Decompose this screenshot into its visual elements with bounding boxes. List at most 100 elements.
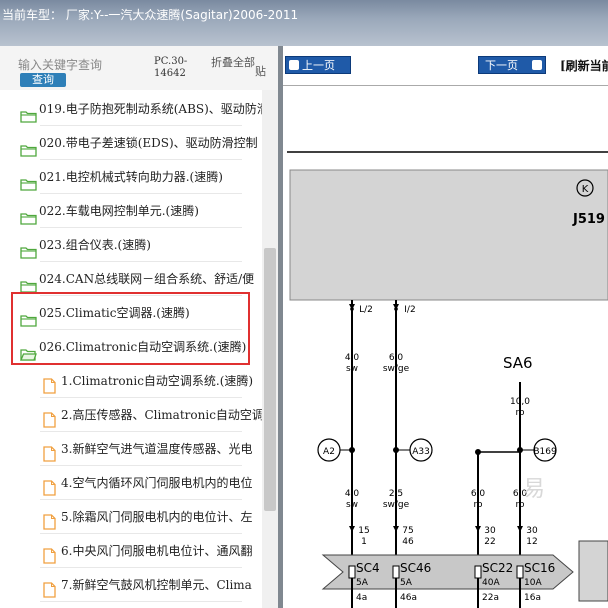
highlight-box: [11, 292, 250, 365]
tree-doc-item[interactable]: 4.空气内循环风门伺服电机内的电位: [0, 466, 262, 500]
tree-doc-item[interactable]: 1.Climatronic自动空调系统.(速腾): [0, 364, 262, 398]
tree-item-label: 3.新鲜空气进气道温度传感器、光电: [61, 442, 253, 456]
search-bar: 查询 PC.30-14642 折叠全部 贴: [0, 46, 278, 90]
module-symbol: K: [582, 184, 589, 195]
folder-icon: [20, 170, 37, 191]
tree-doc-item[interactable]: 7.新鲜空气鼓风机控制单元、Clima: [0, 568, 262, 602]
arrow-down-icon: [349, 526, 355, 532]
tree-item-label: 2.高压传感器、Climatronic自动空调: [61, 408, 262, 422]
search-button[interactable]: 查询: [20, 73, 66, 87]
tree-doc-item[interactable]: 6.中央风门伺服电机电位计、通风翻: [0, 534, 262, 568]
folder-icon: [20, 272, 37, 293]
wire-color-label: sw: [346, 364, 358, 374]
folder-icon: [20, 204, 37, 225]
prev-page-button[interactable]: 上一页: [285, 56, 351, 74]
arrow-down-icon: [475, 526, 481, 532]
tree-doc-item[interactable]: 5.除霜风门伺服电机内的电位计、左: [0, 500, 262, 534]
prev-label: 上一页: [302, 59, 335, 72]
nav-bar: 上一页 下一页 [刷新当前: [283, 46, 608, 86]
fuse-symbol: [348, 565, 356, 579]
document-icon: [43, 509, 56, 530]
folder-icon: [20, 238, 37, 259]
title-bar: 当前车型： 厂家:Y--一汽大众速腾(Sagitar)2006-2011: [0, 0, 608, 46]
scrollbar[interactable]: [262, 90, 278, 608]
pin-label: 46: [402, 537, 414, 547]
fuse-output-label: 22a: [482, 593, 499, 603]
node-dot: [394, 307, 398, 311]
refresh-link[interactable]: [刷新当前: [560, 57, 608, 74]
tree-item-label: 023.组合仪表.(速腾): [39, 238, 151, 252]
document-icon: [43, 373, 56, 394]
document-icon: [43, 543, 56, 564]
tree-folder-item[interactable]: 019.电子防抱死制动系统(ABS)、驱动防滑控制: [0, 92, 262, 126]
side-box: [578, 540, 608, 602]
module-label: J519: [572, 212, 605, 227]
document-icon: [43, 407, 56, 428]
right-panel: 上一页 下一页 [刷新当前 K J519 L/2 4,0 sw I/2 6,0 sw/ge…: [283, 46, 608, 608]
tree-item-label: 7.新鲜空气鼓风机控制单元、Clima: [61, 578, 252, 592]
connector-label: B169: [533, 447, 557, 457]
fuse-symbol: [392, 565, 400, 579]
document-icon: [43, 475, 56, 496]
left-panel: 查询 PC.30-14642 折叠全部 贴 019.电子防抱死制动系统(ABS)…: [0, 46, 278, 608]
fuse-name: SC46: [400, 561, 431, 575]
connector-label: A2: [323, 447, 335, 457]
fuse-output-label: 4a: [356, 593, 367, 603]
tree-folder-item[interactable]: 020.带电子差速锁(EDS)、驱动防滑控制: [0, 126, 262, 160]
extra-label[interactable]: 贴: [255, 63, 266, 79]
tree-item-label: 019.电子防抱死制动系统(ABS)、驱动防滑控制: [39, 102, 262, 116]
pin-label: 30: [526, 526, 538, 536]
tree-item-label: 021.电控机械式转向助力器.(速腾): [39, 170, 223, 184]
wires: L/24,0swI/26,0sw/ge10,0roA2 A33 B1694,0sw1…: [317, 300, 557, 566]
watermark: 易: [523, 477, 545, 502]
fuse-output-label: 46a: [400, 593, 417, 603]
wire-color-label: sw/ge: [383, 500, 410, 510]
arrow-down-icon: [517, 526, 523, 532]
fuse-rating: 5A: [400, 578, 413, 588]
node-dot: [350, 307, 354, 311]
folder-icon: [20, 102, 37, 123]
fuse-block-label: SA6: [503, 354, 533, 372]
code-label: PC.30-14642: [154, 56, 188, 79]
fuse-rating: 40A: [482, 578, 500, 588]
pin-label: 12: [526, 537, 537, 547]
fuse-symbol: [516, 565, 524, 579]
wire-size-label: 4,0: [345, 353, 360, 363]
wire-pin-label: L/2: [359, 305, 373, 315]
node-dot: [393, 447, 399, 453]
tree-doc-item[interactable]: 3.新鲜空气进气道温度传感器、光电: [0, 432, 262, 466]
folder-icon: [20, 136, 37, 157]
fuse-rating: 10A: [524, 578, 542, 588]
document-icon: [43, 577, 56, 598]
row-separator: [40, 601, 242, 602]
pin-label: 1: [361, 537, 367, 547]
wire-pin-label: I/2: [404, 305, 415, 315]
wire-size-label: 2,5: [389, 489, 403, 499]
tree-item-label: 4.空气内循环风门伺服电机内的电位: [61, 476, 253, 490]
fuse-symbol: [474, 565, 482, 579]
tree-item-label: 1.Climatronic自动空调系统.(速腾): [61, 374, 254, 388]
arrow-right-icon: [532, 60, 542, 70]
tree-item-label: 024.CAN总线联网－组合系统、舒适/便: [39, 272, 255, 286]
fuse-rating: 5A: [356, 578, 369, 588]
fuse-name: SC22: [482, 561, 513, 575]
scrollbar-thumb[interactable]: [264, 248, 276, 511]
collapse-all-button[interactable]: 折叠全部: [211, 56, 255, 69]
node-dot: [475, 449, 481, 455]
tree-doc-item[interactable]: 2.高压传感器、Climatronic自动空调: [0, 398, 262, 432]
wire-color-label: sw: [346, 500, 358, 510]
pin-label: 75: [402, 526, 413, 536]
arrow-left-icon: [289, 60, 299, 70]
tree-folder-item[interactable]: 024.CAN总线联网－组合系统、舒适/便: [0, 262, 262, 296]
search-input[interactable]: [18, 56, 148, 74]
window-title: 当前车型： 厂家:Y--一汽大众速腾(Sagitar)2006-2011: [2, 8, 299, 22]
document-icon: [43, 441, 56, 462]
fuse-name: SC4: [356, 561, 380, 575]
next-label: 下一页: [485, 59, 518, 72]
tree-folder-item[interactable]: 022.车载电网控制单元.(速腾): [0, 194, 262, 228]
next-page-button[interactable]: 下一页: [478, 56, 546, 74]
wire-size-label: 4,0: [345, 489, 360, 499]
tree-folder-item[interactable]: 023.组合仪表.(速腾): [0, 228, 262, 262]
connector-label: A33: [412, 447, 430, 457]
tree-folder-item[interactable]: 021.电控机械式转向助力器.(速腾): [0, 160, 262, 194]
